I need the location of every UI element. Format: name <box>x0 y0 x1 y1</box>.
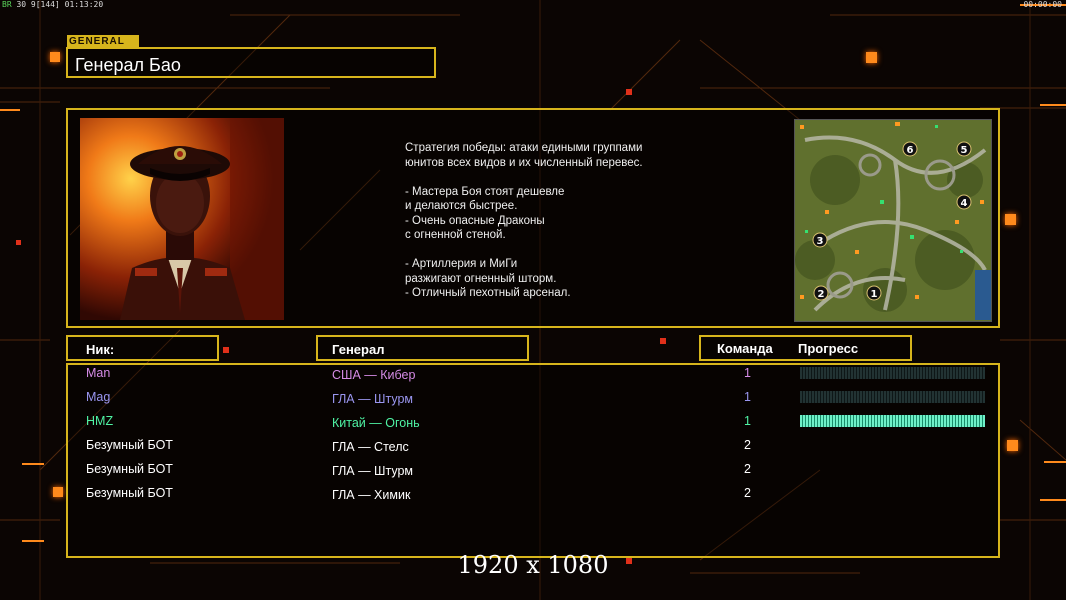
player-nick: Безумный БОТ <box>86 486 173 500</box>
start-position-label: 2 <box>818 289 825 300</box>
accent-square <box>1007 440 1018 451</box>
start-position-label: 4 <box>961 198 968 209</box>
start-position-marker: 5 <box>956 141 972 157</box>
hud-top-left: BR 30 9[144] 01:13:20 <box>2 0 103 9</box>
progress-bar <box>800 391 985 403</box>
start-position-label: 5 <box>961 145 968 156</box>
hud-top-right-time: 00:00:00 <box>1023 0 1062 9</box>
progress-bar <box>800 367 985 379</box>
player-nick: HMZ <box>86 414 114 428</box>
accent-square <box>16 240 21 245</box>
player-general: ГЛА — Стелс <box>332 440 409 454</box>
description-line: Стратегия победы: атаки едиными группами <box>405 142 643 154</box>
strategy-description: Стратегия победы: атаки едиными группами… <box>405 141 643 301</box>
start-position-marker: 4 <box>956 194 972 210</box>
progress-fill <box>800 415 985 427</box>
player-team: 1 <box>744 390 751 404</box>
accent-square <box>626 89 632 95</box>
player-team: 2 <box>744 486 751 500</box>
general-portrait <box>80 118 284 320</box>
progress-bar <box>800 415 985 427</box>
description-line: - Очень опасные Драконы <box>405 214 545 227</box>
accent-square <box>223 347 229 353</box>
start-position-marker: 1 <box>866 285 882 301</box>
player-general: ГЛА — Штурм <box>332 464 414 478</box>
accent-square <box>866 52 877 63</box>
start-position-label: 6 <box>907 145 914 156</box>
description-line: и делаются быстрее. <box>405 200 518 212</box>
hud-stats: 30 9[144] 01:13:20 <box>16 0 104 9</box>
hud-prefix: BR <box>2 0 12 9</box>
player-general: Китай — Огонь <box>332 416 420 430</box>
player-general: ГЛА — Штурм <box>332 392 414 406</box>
description-line: юнитов всех видов и их численный перевес… <box>405 156 643 169</box>
description-line: разжигают огненный шторм. <box>405 272 557 285</box>
description-line: - Мастера Боя стоят дешевле <box>405 185 565 198</box>
player-team: 1 <box>744 366 751 380</box>
start-position-marker: 2 <box>813 285 829 301</box>
player-nick: Безумный БОТ <box>86 462 173 476</box>
player-nick: Mag <box>86 390 111 404</box>
description-line: с огненной стеной. <box>405 229 506 241</box>
player-nick: Безумный БОТ <box>86 438 173 452</box>
general-header: Генерал <box>332 342 385 357</box>
resolution-label: 1920 x 1080 <box>457 551 609 579</box>
start-position-label: 1 <box>871 289 878 300</box>
player-team: 2 <box>744 438 751 452</box>
map-preview[interactable]: 1 2 3 4 5 6 <box>794 119 992 322</box>
player-team: 2 <box>744 462 751 476</box>
player-nick: Man <box>86 366 111 380</box>
description-line: - Артиллерия и МиГи <box>405 258 518 270</box>
player-team: 1 <box>744 414 751 428</box>
player-general: США — Кибер <box>332 368 416 382</box>
player-general: ГЛА — Химик <box>332 488 411 502</box>
progress-header: Прогресс <box>798 341 859 356</box>
accent-square <box>660 338 666 344</box>
team-header: Команда <box>717 341 773 356</box>
general-title: Генерал Бао <box>75 55 181 75</box>
nick-header: Ник: <box>86 342 115 357</box>
accent-square <box>50 52 60 62</box>
description-line: - Отличный пехотный арсенал. <box>405 287 571 299</box>
accent-square <box>1005 214 1016 225</box>
start-position-marker: 6 <box>902 141 918 157</box>
accent-square <box>53 487 63 497</box>
start-position-label: 3 <box>817 236 824 247</box>
start-position-marker: 3 <box>812 232 828 248</box>
